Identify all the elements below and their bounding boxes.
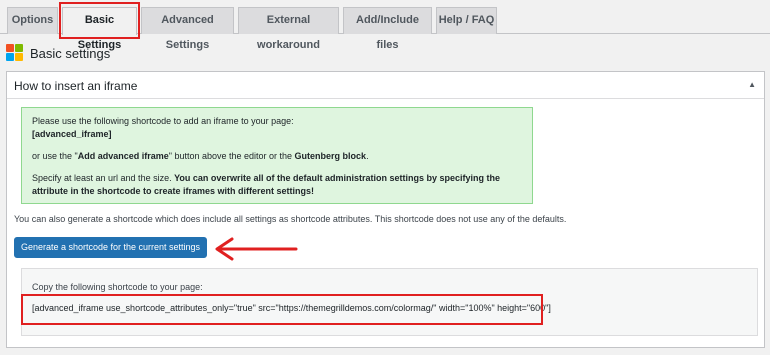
postbox-header[interactable]: How to insert an iframe ▲: [7, 72, 764, 99]
tab-external-workaround[interactable]: External workaround: [238, 7, 339, 51]
page-title: Basic settings: [30, 45, 111, 61]
how-to-insert-postbox: How to insert an iframe ▲ Please use the…: [6, 71, 765, 348]
collapse-toggle-icon[interactable]: ▲: [748, 80, 756, 89]
shortcode-example: [advanced_iframe]: [32, 129, 112, 139]
generated-shortcode[interactable]: [advanced_iframe use_shortcode_attribute…: [32, 303, 551, 313]
instructions-line1: Please use the following shortcode to ad…: [32, 116, 294, 126]
copy-label: Copy the following shortcode to your pag…: [32, 282, 203, 292]
tab-help-faq[interactable]: Help / FAQ: [436, 7, 497, 34]
page-heading: Basic settings: [6, 42, 110, 64]
tab-options[interactable]: Options: [7, 7, 58, 34]
pointer-arrow-icon: [215, 237, 298, 261]
tab-bar: Options Basic Settings Advanced Settings…: [0, 0, 770, 51]
tab-add-include-files[interactable]: Add/Include files: [343, 7, 432, 51]
instructions-line2: or use the "Add advanced iframe" button …: [32, 151, 369, 161]
instructions-box: Please use the following shortcode to ad…: [21, 107, 533, 204]
tab-advanced-settings[interactable]: Advanced Settings: [141, 7, 234, 51]
plugin-logo-icon: [6, 44, 24, 62]
generated-shortcode-box: Copy the following shortcode to your pag…: [21, 268, 758, 336]
generate-shortcode-button[interactable]: Generate a shortcode for the current set…: [14, 237, 207, 258]
section-title: How to insert an iframe: [14, 79, 138, 93]
shortcode-description: You can also generate a shortcode which …: [14, 214, 567, 224]
tab-basic-settings[interactable]: Basic Settings: [62, 7, 137, 51]
instructions-line3: Specify at least an url and the size. Yo…: [32, 173, 500, 196]
